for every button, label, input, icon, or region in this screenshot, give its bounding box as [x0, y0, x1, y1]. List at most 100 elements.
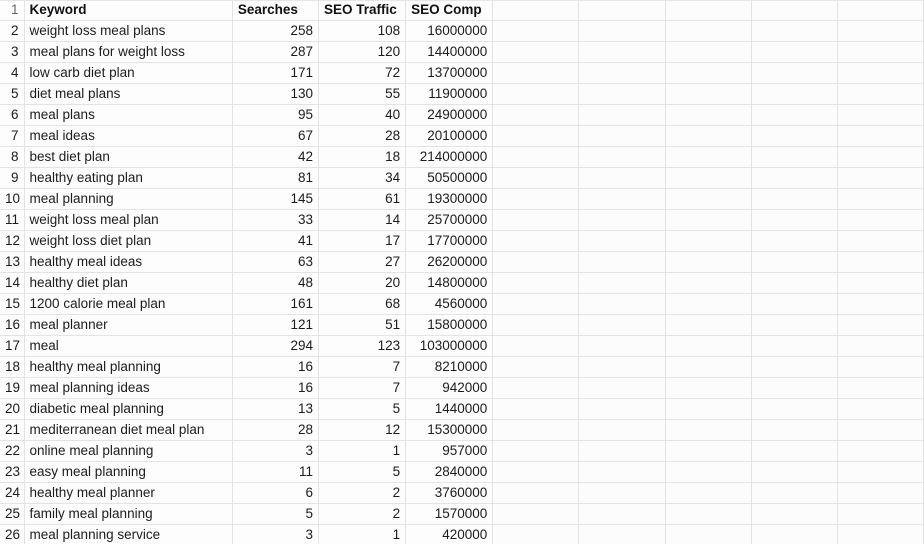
empty-cell[interactable] [751, 167, 838, 190]
empty-cell[interactable] [837, 377, 924, 400]
empty-cell[interactable] [578, 125, 666, 148]
empty-cell[interactable] [492, 482, 580, 505]
empty-cell[interactable] [578, 272, 666, 295]
empty-cell[interactable] [492, 83, 580, 106]
cell-seo-traffic[interactable]: 12 [318, 419, 407, 442]
cell-searches[interactable]: 294 [232, 335, 319, 358]
cell-seo-traffic[interactable]: 27 [318, 251, 407, 274]
cell-seo-comp[interactable]: 50500000 [405, 167, 494, 190]
empty-cell[interactable] [751, 62, 838, 85]
cell-searches[interactable]: 258 [232, 20, 319, 43]
empty-cell[interactable] [578, 251, 666, 274]
empty-cell[interactable] [492, 20, 580, 43]
empty-cell[interactable] [751, 503, 838, 526]
column-header-comp[interactable]: SEO Comp [405, 0, 494, 22]
cell-seo-traffic[interactable]: 5 [318, 461, 407, 484]
cell-keyword[interactable]: meal ideas [24, 125, 233, 148]
empty-cell[interactable] [578, 230, 666, 253]
empty-cell[interactable] [492, 503, 580, 526]
cell-keyword[interactable]: meal [24, 335, 233, 358]
cell-keyword[interactable]: meal plans [24, 104, 233, 127]
cell-seo-traffic[interactable]: 123 [318, 335, 407, 358]
row-number[interactable]: 24 [0, 482, 25, 505]
cell-keyword[interactable]: diet meal plans [24, 83, 233, 106]
cell-searches[interactable]: 67 [232, 125, 319, 148]
empty-cell[interactable] [751, 335, 838, 358]
empty-cell[interactable] [837, 251, 924, 274]
empty-cell[interactable] [665, 293, 752, 316]
empty-cell[interactable] [492, 398, 580, 421]
empty-cell[interactable] [578, 104, 666, 127]
row-number[interactable]: 5 [0, 83, 25, 106]
empty-cell[interactable] [751, 83, 838, 106]
empty-cell[interactable] [751, 356, 838, 379]
empty-cell[interactable] [837, 20, 924, 43]
cell-keyword[interactable]: healthy eating plan [24, 167, 233, 190]
empty-cell[interactable] [665, 335, 752, 358]
cell-seo-traffic[interactable]: 1 [318, 440, 407, 463]
empty-cell[interactable] [578, 440, 666, 463]
cell-searches[interactable]: 28 [232, 419, 319, 442]
empty-cell[interactable] [665, 272, 752, 295]
cell-seo-traffic[interactable]: 5 [318, 398, 407, 421]
empty-cell[interactable] [492, 209, 580, 232]
cell-seo-comp[interactable]: 214000000 [405, 146, 494, 169]
row-number[interactable]: 14 [0, 272, 25, 295]
empty-cell[interactable] [492, 314, 580, 337]
cell-searches[interactable]: 171 [232, 62, 319, 85]
empty-cell[interactable] [665, 125, 752, 148]
cell-seo-comp[interactable]: 942000 [405, 377, 494, 400]
empty-cell[interactable] [837, 188, 924, 211]
empty-cell[interactable] [665, 314, 752, 337]
cell-seo-comp[interactable]: 8210000 [405, 356, 494, 379]
empty-cell[interactable] [578, 524, 666, 544]
row-number[interactable]: 21 [0, 419, 25, 442]
cell-seo-comp[interactable]: 24900000 [405, 104, 494, 127]
empty-cell[interactable] [837, 209, 924, 232]
row-number[interactable]: 3 [0, 41, 25, 64]
row-number[interactable]: 17 [0, 335, 25, 358]
cell-seo-comp[interactable]: 20100000 [405, 125, 494, 148]
cell-searches[interactable]: 121 [232, 314, 319, 337]
cell-seo-traffic[interactable]: 2 [318, 482, 407, 505]
empty-cell[interactable] [492, 62, 580, 85]
row-number[interactable]: 8 [0, 146, 25, 169]
empty-cell[interactable] [751, 209, 838, 232]
empty-cell[interactable] [665, 251, 752, 274]
empty-cell[interactable] [492, 293, 580, 316]
cell-seo-comp[interactable]: 1570000 [405, 503, 494, 526]
empty-cell[interactable] [665, 503, 752, 526]
cell-keyword[interactable]: meal planning ideas [24, 377, 233, 400]
empty-cell[interactable] [665, 230, 752, 253]
row-number[interactable]: 7 [0, 125, 25, 148]
empty-cell[interactable] [837, 146, 924, 169]
cell-keyword[interactable]: low carb diet plan [24, 62, 233, 85]
empty-cell[interactable] [578, 293, 666, 316]
empty-cell[interactable] [665, 209, 752, 232]
empty-cell[interactable] [578, 167, 666, 190]
empty-cell[interactable] [492, 41, 580, 64]
empty-cell[interactable] [665, 167, 752, 190]
cell-seo-comp[interactable]: 25700000 [405, 209, 494, 232]
cell-keyword[interactable]: weight loss meal plan [24, 209, 233, 232]
cell-seo-comp[interactable]: 4560000 [405, 293, 494, 316]
row-number[interactable]: 20 [0, 398, 25, 421]
cell-keyword[interactable]: online meal planning [24, 440, 233, 463]
cell-searches[interactable]: 13 [232, 398, 319, 421]
cell-keyword[interactable]: weight loss diet plan [24, 230, 233, 253]
empty-cell[interactable] [751, 230, 838, 253]
cell-seo-comp[interactable]: 103000000 [405, 335, 494, 358]
cell-seo-traffic[interactable]: 17 [318, 230, 407, 253]
cell-seo-traffic[interactable]: 68 [318, 293, 407, 316]
empty-cell[interactable] [751, 524, 838, 544]
empty-cell[interactable] [837, 125, 924, 148]
empty-cell[interactable] [665, 0, 752, 22]
cell-seo-traffic[interactable]: 28 [318, 125, 407, 148]
cell-keyword[interactable]: meal plans for weight loss [24, 41, 233, 64]
empty-cell[interactable] [751, 314, 838, 337]
cell-keyword[interactable]: meal planning [24, 188, 233, 211]
cell-keyword[interactable]: easy meal planning [24, 461, 233, 484]
empty-cell[interactable] [578, 209, 666, 232]
empty-cell[interactable] [837, 0, 924, 22]
cell-searches[interactable]: 130 [232, 83, 319, 106]
